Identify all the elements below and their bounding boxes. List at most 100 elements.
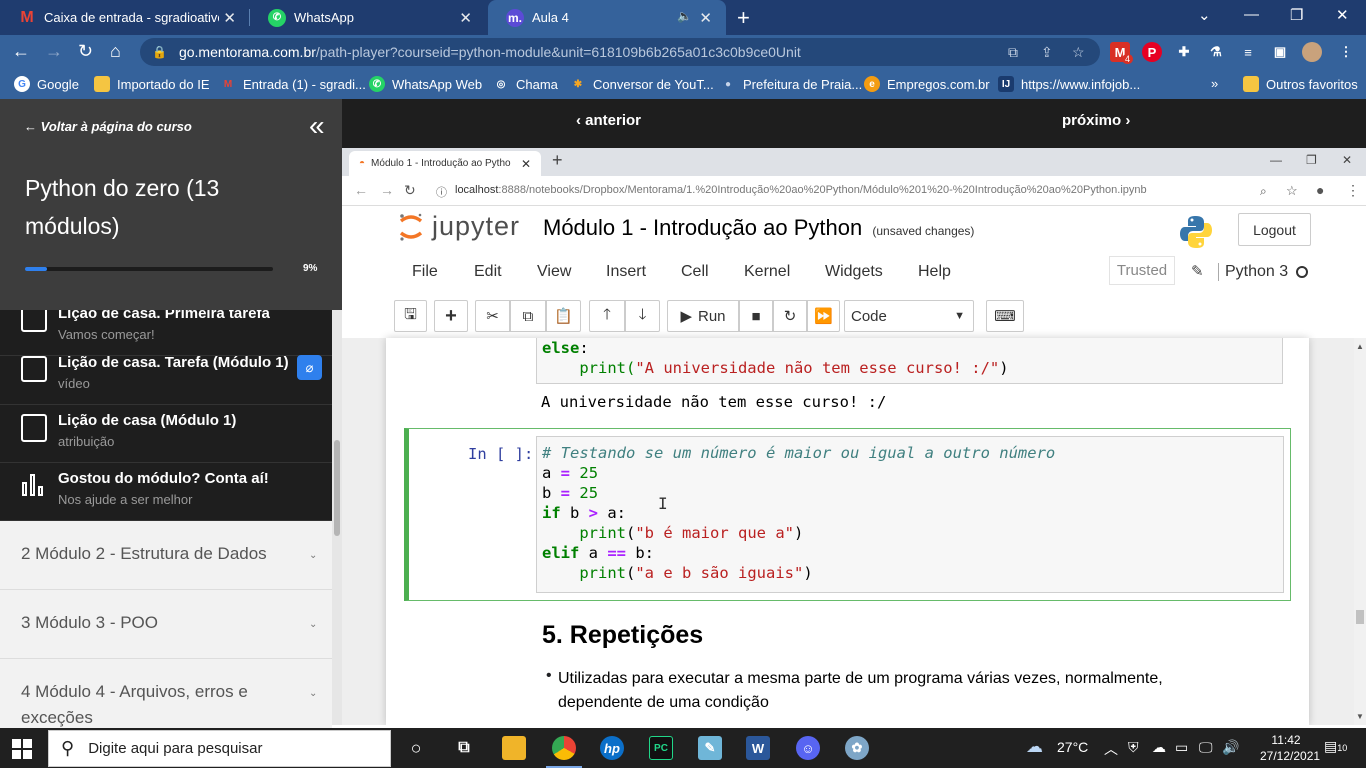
extensions-puzzle-icon[interactable]: ✚ [1174,42,1194,62]
tab-title: Caixa de entrada - sgradioativo@ [44,10,219,25]
bookmarks-more[interactable]: » [1211,76,1218,91]
address-bar[interactable]: 🔒 go.mentorama.com.br/path-player?course… [140,38,1100,66]
discord-icon[interactable]: ☺ [796,736,820,760]
inner-tab-bar: ◓ Módulo 1 - Introdução ao Pytho ✕ + — ❐… [342,148,1366,176]
translate-icon[interactable]: ⧉ [1008,44,1018,61]
profile-avatar[interactable] [1302,42,1322,62]
share-icon[interactable]: ⇪ [1041,44,1053,61]
tab-aula-4[interactable]: m. Aula 4 🔈 ✕ [488,0,726,35]
paint-icon[interactable]: ✿ [845,736,869,760]
module-item[interactable]: 2 Módulo 2 - Estrutura de Dados ⌄ [0,521,332,590]
browser-toolbar: ← → ↻ ⌂ 🔒 go.mentorama.com.br/path-playe… [0,35,1366,69]
bookmark-other-favorites[interactable]: Outros favoritos [1243,76,1358,92]
next-button[interactable]: próximo › [1062,112,1130,129]
task-view-icon[interactable]: ⧉ [452,736,476,760]
restore-icon[interactable]: ❐ [1290,6,1303,24]
pinterest-icon[interactable]: P [1142,42,1162,62]
menu-dots-icon[interactable]: ⋮ [1336,42,1356,62]
url-path: /path-player?courseid=python-module&unit… [315,44,801,60]
bookmark-google[interactable]: G Google [14,76,79,92]
bookmark-importado[interactable]: Importado do IE [94,76,210,92]
bookmark-empregos[interactable]: e Empregos.com.br [864,76,990,92]
bookmark-conversor[interactable]: ✱ Conversor de YouT... [570,76,714,92]
close-icon[interactable]: ✕ [699,9,712,27]
forward-icon[interactable]: → [45,41,63,62]
taskbar-clock[interactable]: 11:42 27/12/2021 [1260,732,1320,764]
converter-icon: ✱ [573,78,583,90]
hp-icon[interactable]: hp [600,736,624,760]
temperature[interactable]: 27°C [1057,739,1088,755]
file-explorer-icon[interactable] [502,736,526,760]
chrome-icon[interactable] [546,736,582,768]
chevron-up-icon[interactable]: ︿ [1104,739,1118,759]
scroll-down-icon: ▼ [1356,712,1364,721]
home-icon[interactable]: ⌂ [110,41,121,62]
bookmark-whatsapp-web[interactable]: ✆ WhatsApp Web [369,76,482,92]
back-icon: ← [354,182,368,198]
minimize-icon[interactable]: — [1244,6,1259,23]
new-tab-icon[interactable]: + [737,5,750,31]
close-icon[interactable]: ✕ [459,9,472,27]
tab-search-icon[interactable]: ⌄ [1198,6,1211,24]
sidebar-scrollbar-thumb[interactable] [334,440,340,536]
notepad-icon[interactable]: ✎ [698,736,722,760]
back-to-course-link[interactable]: ← Voltar à página do curso [24,119,192,134]
previous-button[interactable]: ‹ anterior [576,112,641,129]
collapse-sidebar-icon[interactable]: « [309,110,325,142]
copy-icon: ⧉ [510,300,546,332]
volume-icon[interactable]: 🔊 [1222,739,1239,756]
reload-icon[interactable]: ↻ [78,41,93,62]
whatsapp-icon: ✆ [268,8,286,27]
paste-icon: 📋 [546,300,581,332]
whatsapp-icon: ✆ [369,76,385,92]
network-icon[interactable]: 🖵 [1199,739,1213,756]
restart-icon: ↻ [773,300,807,332]
close-window-icon[interactable]: ✕ [1336,6,1349,24]
notifications-icon[interactable]: ▤10 [1324,738,1347,755]
bookmark-label: Empregos.com.br [887,76,990,92]
forward-icon: → [380,182,394,198]
back-icon[interactable]: ← [12,41,30,62]
bookmark-star-icon[interactable]: ☆ [1072,44,1085,61]
kernel-name: Python 3 [1218,263,1288,281]
module-item[interactable]: 4 Módulo 4 - Arquivos, erros e exceções … [0,659,332,729]
battery-icon[interactable]: ▭ [1175,739,1188,756]
lab-icon[interactable]: ⚗ [1206,42,1226,62]
attachment-icon[interactable]: ⌀ [297,355,322,380]
lesson-item[interactable]: Lição de casa (Módulo 1) atribuição [0,405,332,463]
bookmark-entrada[interactable]: M Entrada (1) - sgradi... [220,76,366,92]
chevron-down-icon: ⌄ [309,688,318,699]
speaker-icon[interactable]: 🔈 [677,9,692,23]
bookmark-infojobs[interactable]: IJ https://www.infojob... [998,76,1140,92]
extension-badge: 4 [1122,54,1134,64]
infojobs-icon: IJ [998,76,1014,92]
weather-cloud-icon[interactable]: ☁ [1026,737,1043,757]
mentorama-icon: m. [506,8,524,27]
cortana-icon[interactable]: ○ [404,736,428,760]
close-icon[interactable]: ✕ [223,9,236,27]
bookmark-chama[interactable]: ◎ Chama [493,76,558,92]
onedrive-icon[interactable]: ☁ [1152,739,1166,756]
word-icon[interactable]: W [746,736,770,760]
bookmark-prefeitura[interactable]: ● Prefeitura de Praia... [720,76,862,92]
side-panel-icon[interactable]: ▣ [1270,42,1290,62]
jupyter-tab-icon: ◓ [359,158,366,169]
lesson-item[interactable]: Gostou do módulo? Conta aí! Nos ajude a … [0,463,332,521]
lesson-video-frame[interactable]: ◓ Módulo 1 - Introdução ao Pytho ✕ + — ❐… [342,148,1366,725]
python-logo-icon [1180,216,1212,248]
lesson-item[interactable]: Lição de casa. Tarefa (Módulo 1) vídeo ⌀ [0,347,332,405]
bullet-icon: • [546,667,552,684]
module-item[interactable]: 3 Módulo 3 - POO ⌄ [0,590,332,659]
code-string: "a e b são iguais" [635,564,804,582]
video-icon [21,356,47,382]
security-icon[interactable]: ⛨ [1128,739,1139,756]
media-queue-icon[interactable]: ≡ [1238,42,1258,62]
pycharm-icon[interactable]: PC [649,736,673,760]
tab-gmail[interactable]: M Caixa de entrada - sgradioativo@ ✕ [0,0,250,35]
tab-whatsapp[interactable]: ✆ WhatsApp ✕ [250,0,486,35]
taskbar-search[interactable]: ⚲ Digite aqui para pesquisar [48,730,391,767]
back-link-label: Voltar à página do curso [40,119,192,134]
trusted-indicator: Trusted [1109,256,1175,285]
save-status: (unsaved changes) [872,224,975,238]
windows-start-icon[interactable] [12,739,32,759]
